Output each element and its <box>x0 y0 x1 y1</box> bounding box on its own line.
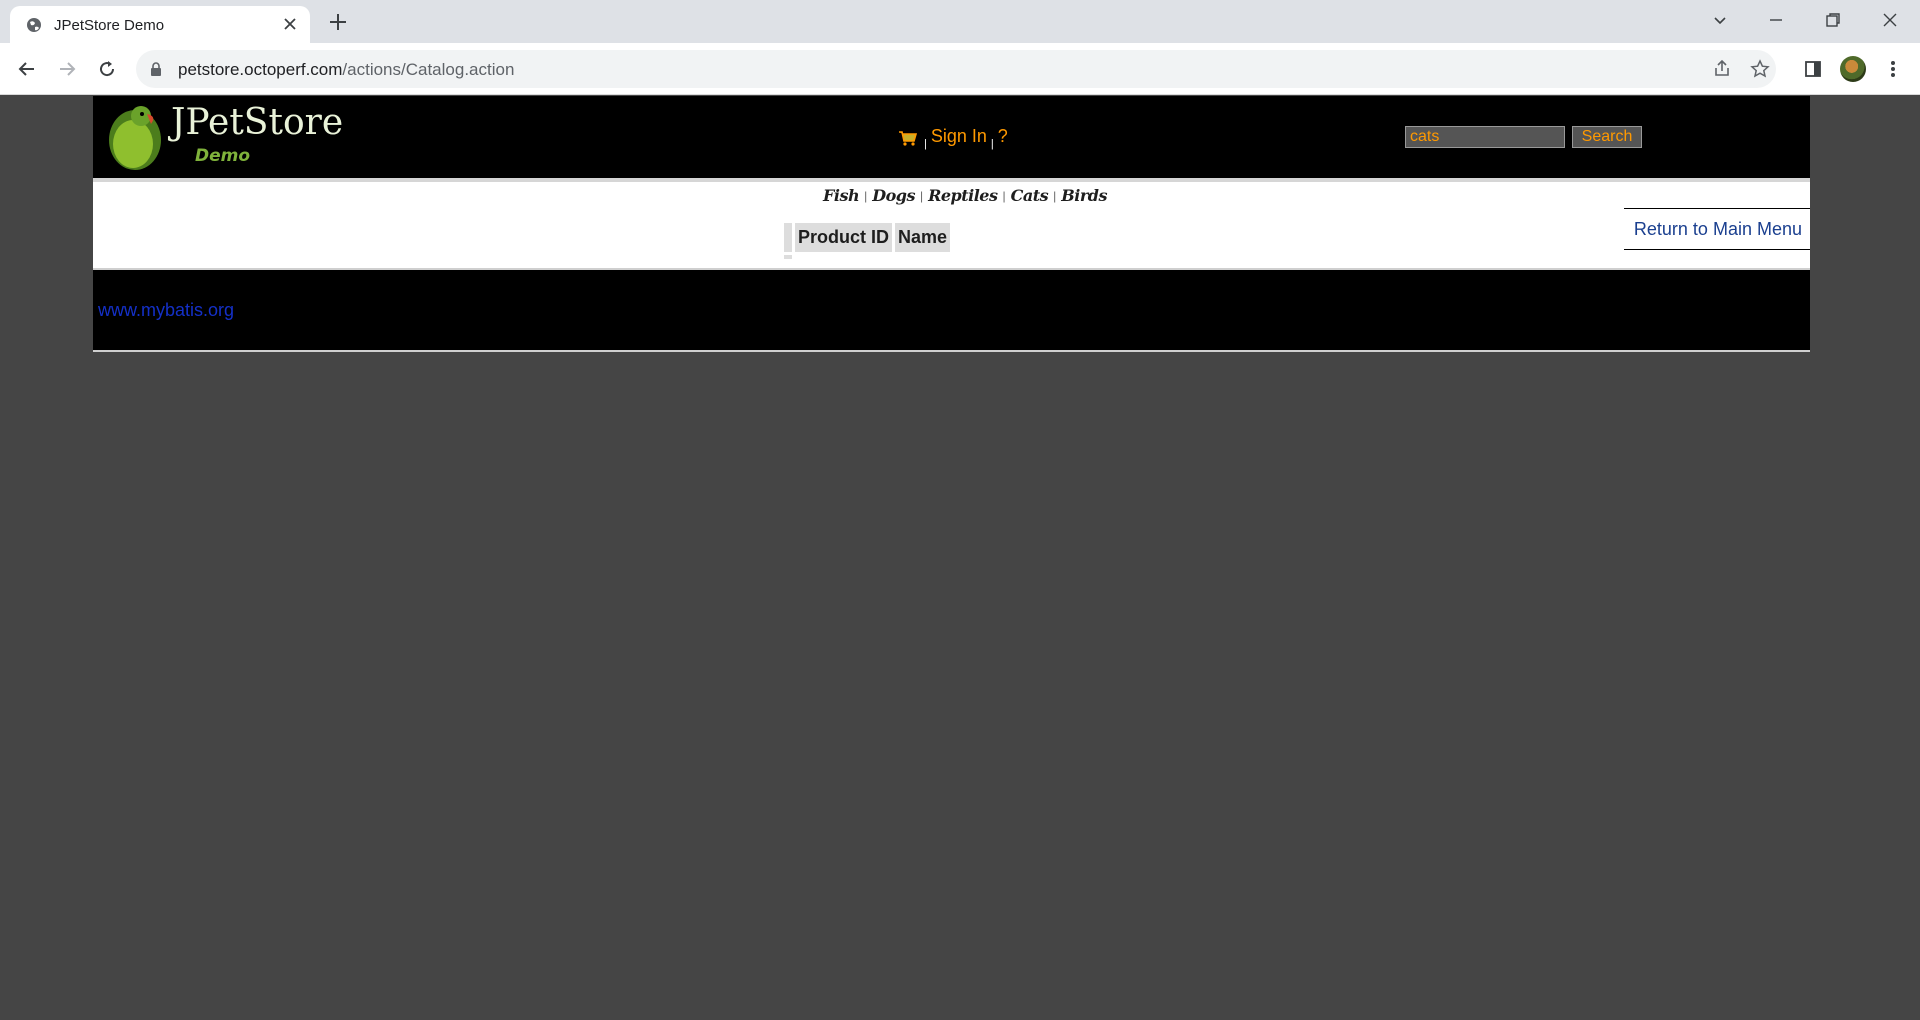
tab-strip: JPetStore Demo <box>0 0 1920 43</box>
table-cell-empty <box>784 255 792 259</box>
search-results-table: Product ID Name <box>781 220 953 262</box>
page-container: JPetStore Demo | Sign In | ? Search Fish… <box>93 96 1810 352</box>
category-quicklinks: Fish | Dogs | Reptiles | Cats | Birds <box>823 186 1107 205</box>
quicklink-separator: | <box>1002 188 1006 203</box>
category-link-birds[interactable]: Birds <box>1061 186 1107 205</box>
category-link-reptiles[interactable]: Reptiles <box>928 186 998 205</box>
quicklink-separator: | <box>1053 188 1057 203</box>
category-link-dogs[interactable]: Dogs <box>872 186 915 205</box>
new-tab-icon[interactable] <box>326 10 350 34</box>
mybatis-link[interactable]: www.mybatis.org <box>98 300 234 321</box>
quicklink-separator: | <box>864 188 868 203</box>
header-menu: | Sign In | ? <box>898 126 1008 150</box>
catalog-content: Fish | Dogs | Reptiles | Cats | Birds Pr… <box>93 178 1810 268</box>
search-button[interactable]: Search <box>1572 126 1642 148</box>
cart-icon[interactable] <box>898 129 918 147</box>
help-link[interactable]: ? <box>998 126 1008 147</box>
globe-icon <box>27 18 41 32</box>
sign-in-link[interactable]: Sign In <box>931 126 987 147</box>
browser-tab[interactable]: JPetStore Demo <box>10 6 310 43</box>
store-header: JPetStore Demo | Sign In | ? Search <box>93 96 1810 178</box>
profile-avatar[interactable] <box>1840 56 1866 82</box>
share-icon[interactable] <box>1712 59 1732 79</box>
lock-icon[interactable] <box>150 62 162 76</box>
restore-icon[interactable] <box>1819 8 1847 32</box>
back-icon[interactable] <box>14 56 40 82</box>
browser-toolbar: petstore.octoperf.com/actions/Catalog.ac… <box>0 43 1920 95</box>
table-row-empty <box>784 255 950 259</box>
address-bar[interactable]: petstore.octoperf.com/actions/Catalog.ac… <box>136 50 1776 88</box>
logo-title: JPetStore <box>167 102 343 143</box>
quicklink-separator: | <box>919 188 924 203</box>
return-menu-box: Return to Main Menu <box>1624 208 1810 250</box>
search-input[interactable] <box>1405 126 1565 148</box>
tab-title: JPetStore Demo <box>54 17 165 34</box>
category-link-fish[interactable]: Fish <box>823 186 860 205</box>
tab-search-icon[interactable] <box>1706 8 1734 32</box>
return-to-main-menu-link[interactable]: Return to Main Menu <box>1634 219 1802 240</box>
logo-subtitle: Demo <box>195 146 250 166</box>
bookmark-star-icon[interactable] <box>1750 59 1770 79</box>
close-window-icon[interactable] <box>1876 8 1904 32</box>
table-header-product-id: Product ID <box>795 223 893 252</box>
close-tab-icon[interactable] <box>282 16 298 32</box>
jpetstore-logo[interactable]: JPetStore Demo <box>103 100 383 174</box>
side-panel-icon[interactable] <box>1800 56 1826 82</box>
menu-separator: | <box>924 138 927 150</box>
minimize-icon[interactable] <box>1762 8 1790 32</box>
category-link-cats[interactable]: Cats <box>1011 186 1049 205</box>
table-header-blank <box>784 223 792 252</box>
forward-icon[interactable] <box>54 56 80 82</box>
reload-icon[interactable] <box>94 56 120 82</box>
more-menu-icon[interactable] <box>1880 56 1906 82</box>
menu-separator: | <box>990 138 994 150</box>
table-header-row: Product ID Name <box>784 223 951 252</box>
store-footer: www.mybatis.org <box>93 268 1810 352</box>
table-header-name: Name <box>895 223 951 252</box>
url-text: petstore.octoperf.com/actions/Catalog.ac… <box>178 60 515 79</box>
